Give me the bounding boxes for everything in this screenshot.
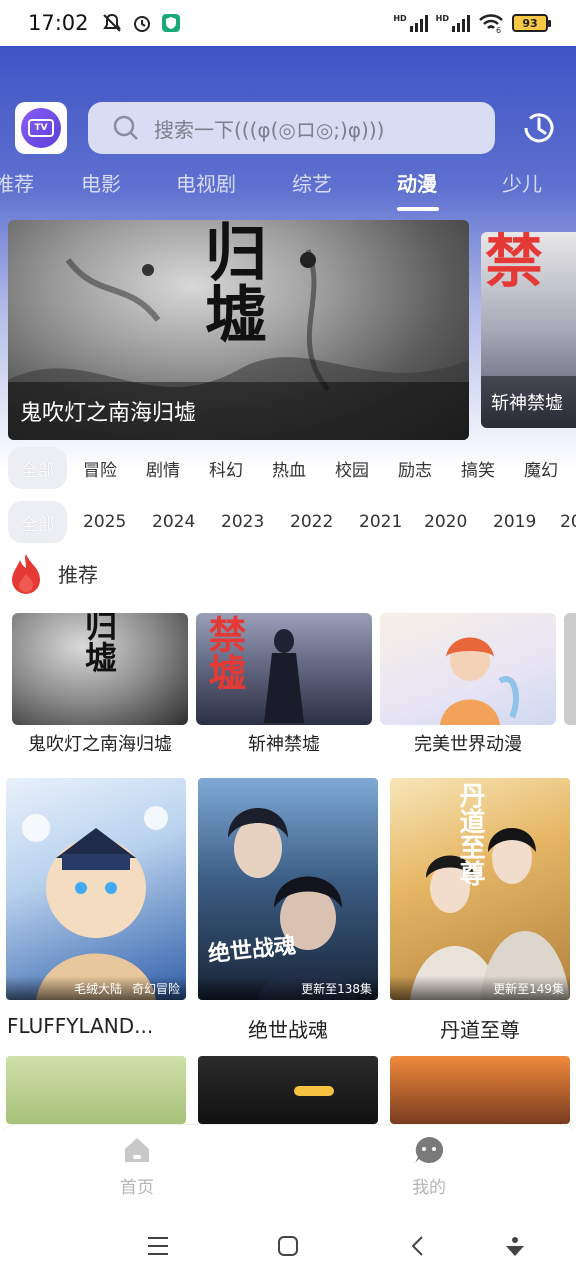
year-chip[interactable]: 2022 (290, 501, 333, 543)
banner-main[interactable]: 归墟 鬼吹灯之南海归墟 (8, 220, 469, 440)
nav-home[interactable]: 首页 (120, 1135, 154, 1198)
tab-anime[interactable]: 动漫 (397, 168, 437, 197)
home-square-icon[interactable] (276, 1234, 300, 1258)
card-character-art (264, 629, 304, 723)
poster-art-text: 丹道至尊 (455, 782, 485, 886)
poster-card[interactable]: 丹道至尊 更新至149集 (390, 778, 570, 1000)
poster-card-peek[interactable] (198, 1056, 378, 1124)
year-chip[interactable]: 2024 (152, 501, 195, 543)
active-tab-indicator (397, 207, 439, 211)
banner-side-art-text: 禁 (485, 232, 544, 295)
year-chip[interactable]: 2020 (424, 501, 467, 543)
year-chip[interactable]: 2023 (221, 501, 264, 543)
year-chip[interactable]: 2021 (359, 501, 402, 543)
search-input[interactable]: 搜索一下(((φ(◎ロ◎;)φ))) (88, 102, 495, 154)
banner-title: 鬼吹灯之南海归墟 (8, 382, 469, 440)
tv-logo-icon: TV (28, 119, 54, 137)
svg-text:6: 6 (496, 26, 501, 33)
poster-card-peek[interactable] (6, 1056, 186, 1124)
nav-mine[interactable]: 我的 (412, 1135, 446, 1198)
year-filter-row: 全部 2025 2024 2023 2022 2021 2020 2019 20 (8, 501, 576, 543)
battery-indicator: 93 (512, 14, 551, 32)
tab-movie[interactable]: 电影 (81, 168, 121, 197)
card-title: 完美世界动漫 (414, 734, 522, 755)
system-nav-bar (0, 1212, 576, 1280)
card-character-art (440, 637, 519, 725)
genre-chip[interactable]: 科幻 (209, 447, 243, 489)
genre-chip[interactable]: 冒险 (83, 447, 117, 489)
recommend-card-peek[interactable] (564, 613, 576, 725)
section-title: 推荐 (58, 562, 98, 587)
poster-card[interactable]: 毛绒大陆 奇幻冒险 (6, 778, 186, 1000)
year-chip[interactable]: 2025 (83, 501, 126, 543)
history-clock-icon[interactable] (518, 107, 560, 149)
poster-card-peek[interactable] (390, 1056, 570, 1124)
search-icon (113, 115, 138, 140)
profile-face-icon (415, 1136, 444, 1163)
assistant-icon[interactable] (503, 1234, 527, 1258)
home-icon (125, 1138, 149, 1162)
year-chip[interactable]: 2019 (493, 501, 536, 543)
card-title: 鬼吹灯之南海归墟 (28, 734, 172, 755)
poster-tag: 更新至149集 (493, 981, 564, 996)
tab-recommend[interactable]: 推荐 (0, 168, 34, 197)
banner-side-title: 斩神禁墟 (481, 376, 576, 428)
tab-tv-series[interactable]: 电视剧 (176, 168, 236, 197)
genre-chip[interactable]: 校园 (335, 447, 369, 489)
recommend-card[interactable]: 归墟 (12, 613, 188, 725)
alarm-icon (133, 16, 150, 32)
year-chip[interactable]: 20 (560, 501, 576, 543)
status-bar: 17:02 HD HD 6 93 (0, 0, 576, 46)
recommend-card[interactable] (380, 613, 556, 725)
bell-muted-icon (102, 13, 121, 32)
tab-variety[interactable]: 综艺 (292, 168, 332, 197)
poster-tag: 毛绒大陆 (73, 981, 122, 996)
signal-icon: HD (393, 14, 428, 32)
poster-title: FLUFFYLAND... (7, 1014, 154, 1038)
genre-chip[interactable]: 热血 (272, 447, 306, 489)
poster-card[interactable]: 绝世战魂 更新至138集 (198, 778, 378, 1000)
poster-title: 绝世战魂 (248, 1018, 328, 1042)
poster-tag-bar: 更新至138集 (198, 976, 378, 1000)
search-placeholder: 搜索一下(((φ(◎ロ◎;)φ))) (154, 117, 385, 142)
poster-tag: 奇幻冒险 (131, 981, 180, 996)
poster-tag-bar: 更新至149集 (390, 976, 570, 1000)
back-icon[interactable] (406, 1234, 430, 1258)
genre-chip[interactable]: 剧情 (146, 447, 180, 489)
card-title: 斩神禁墟 (248, 734, 320, 755)
category-tabs: 推荐 电影 电视剧 综艺 动漫 少儿 (0, 168, 576, 212)
poster-tag: 更新至138集 (301, 981, 372, 996)
banner-art-text: 归墟 (194, 220, 267, 344)
poster-art (22, 806, 168, 1000)
genre-chip-all[interactable]: 全部 (8, 447, 67, 489)
app-logo[interactable]: TV (15, 102, 67, 154)
poster-title: 丹道至尊 (440, 1018, 520, 1042)
poster-art (228, 808, 358, 1000)
fire-icon (12, 554, 40, 594)
poster-tag-bar: 毛绒大陆 奇幻冒险 (6, 976, 186, 1000)
genre-chip[interactable]: 搞笑 (461, 447, 495, 489)
recommend-card[interactable]: 禁墟 (196, 613, 372, 725)
status-time: 17:02 (28, 11, 89, 35)
shield-icon (161, 14, 180, 32)
section-header: 推荐 (8, 552, 98, 594)
wifi-icon: 6 (479, 14, 503, 33)
banner-side[interactable]: 禁 斩神禁墟 (481, 232, 576, 428)
signal-icon-2: HD (436, 14, 470, 32)
genre-chip[interactable]: 励志 (398, 447, 432, 489)
genre-filter-row: 全部 冒险 剧情 科幻 热血 校园 励志 搞笑 魔幻 (8, 447, 576, 489)
genre-chip[interactable]: 魔幻 (524, 447, 558, 489)
menu-icon[interactable] (146, 1234, 170, 1258)
tab-kids[interactable]: 少儿 (502, 168, 542, 197)
card-art-text: 禁墟 (202, 615, 246, 691)
bottom-nav: 首页 我的 (0, 1124, 576, 1212)
year-chip-all[interactable]: 全部 (8, 501, 67, 543)
card-art-text: 归墟 (80, 613, 118, 673)
